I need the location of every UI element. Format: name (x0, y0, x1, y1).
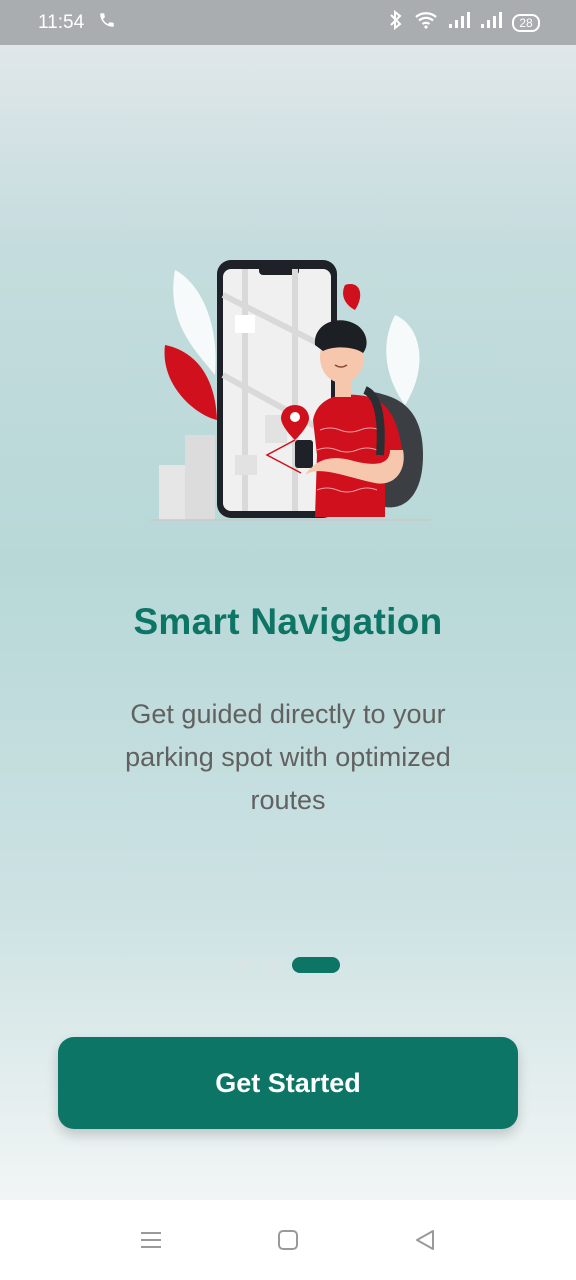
page-title: Smart Navigation (133, 601, 443, 642)
wifi-icon (414, 11, 438, 34)
navigation-illustration (150, 260, 430, 521)
signal-icon (480, 11, 502, 34)
home-icon[interactable] (277, 1229, 299, 1251)
page-indicator-dot[interactable] (264, 957, 280, 973)
page-description: Get guided directly to your parking spot… (125, 699, 451, 815)
system-nav-bar (0, 1200, 576, 1280)
status-bar: 11:54 28 (0, 0, 576, 45)
battery-icon: 28 (512, 13, 540, 32)
signal-icon (448, 11, 470, 34)
status-time: 11:54 (38, 11, 85, 33)
menu-icon[interactable] (140, 1230, 162, 1250)
onboarding-screen: Smart Navigation Get guided directly to … (0, 45, 576, 1200)
page-indicator-dot-active[interactable] (292, 957, 340, 973)
back-icon[interactable] (414, 1229, 436, 1251)
status-left: 11:54 (38, 11, 116, 35)
phone-call-icon (98, 11, 116, 35)
page-indicator-dot[interactable] (236, 957, 252, 973)
page-indicator (0, 957, 576, 973)
bluetooth-icon (388, 9, 404, 35)
get-started-button[interactable]: Get Started (58, 1037, 518, 1129)
status-right: 28 (388, 9, 540, 35)
